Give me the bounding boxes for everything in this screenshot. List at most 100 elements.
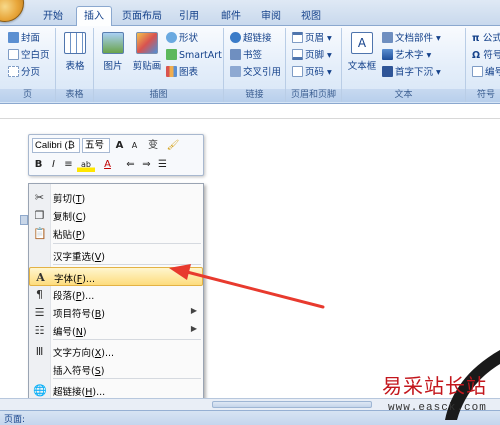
- scrollbar-thumb[interactable]: [212, 401, 372, 408]
- blank-page-label: 空白页: [21, 50, 50, 61]
- text-direction-icon: Ⅲ: [35, 345, 44, 358]
- group-label-links: 链接: [224, 89, 285, 102]
- menu-item[interactable]: Ⅲ 文字方向(X)...: [29, 342, 203, 361]
- menu-item-text: 超链接: [53, 387, 82, 398]
- copy-icon: ❐: [34, 209, 45, 222]
- wordart-button[interactable]: 艺术字 ▾: [382, 48, 431, 63]
- chart-button[interactable]: 图表: [166, 65, 198, 80]
- horizontal-scrollbar-left[interactable]: [0, 398, 210, 410]
- menu-item[interactable]: ❐ 复制(C): [29, 206, 203, 225]
- page-number-label: 页码: [305, 67, 325, 78]
- page-break-button[interactable]: 分页: [8, 65, 40, 80]
- tab-home[interactable]: 开始: [34, 8, 72, 26]
- office-button[interactable]: [0, 0, 24, 22]
- quick-parts-button[interactable]: 文档部件 ▾: [382, 31, 441, 46]
- menu-item-label: 文字方向(X)...: [53, 348, 115, 359]
- page-number-button[interactable]: 页码 ▾: [292, 65, 332, 80]
- page-indicator[interactable]: 页面:: [4, 412, 25, 425]
- tab-mailings[interactable]: 邮件: [214, 8, 248, 26]
- center-align-button[interactable]: ≡: [62, 157, 75, 172]
- header-label: 页眉: [305, 33, 325, 44]
- italic-button[interactable]: I: [47, 157, 60, 172]
- group-label-symbols: 符号: [466, 89, 500, 102]
- picture-button[interactable]: 图片: [96, 32, 130, 72]
- font-size-box[interactable]: 五号: [82, 138, 110, 153]
- bold-button[interactable]: B: [32, 157, 45, 172]
- group-label-pages: 页: [0, 89, 55, 102]
- footer-icon: [292, 49, 303, 60]
- grow-font-button[interactable]: A: [113, 138, 126, 153]
- group-symbols: π 公式 Ω 符号 编号 符号: [466, 28, 500, 102]
- textbox-button[interactable]: A 文本框: [344, 32, 380, 72]
- tab-references[interactable]: 引用: [172, 8, 206, 26]
- menu-item-label: 汉字重选(V): [53, 252, 105, 263]
- font-color-button[interactable]: A: [101, 157, 114, 172]
- table-label: 表格: [65, 61, 85, 72]
- tab-review[interactable]: 审阅: [254, 8, 288, 26]
- table-icon: [64, 32, 86, 54]
- menu-item[interactable]: ☷ 编号(N) ▶: [29, 321, 203, 340]
- number-button[interactable]: 编号: [472, 65, 500, 80]
- decrease-indent-button[interactable]: ⇐: [124, 157, 137, 172]
- tab-page-layout[interactable]: 页面布局: [118, 8, 166, 26]
- quick-parts-icon: [382, 32, 393, 43]
- menu-item-accelerator: H: [85, 387, 93, 398]
- hyperlink-ribbon-label: 超链接: [243, 33, 272, 44]
- footer-button[interactable]: 页脚 ▾: [292, 48, 332, 63]
- page-break-icon: [8, 66, 19, 77]
- bookmark-icon: [230, 49, 241, 60]
- menu-item-text: 字体: [54, 274, 74, 285]
- group-label-text: 文本: [342, 89, 465, 102]
- drop-cap-button[interactable]: 首字下沉 ▾: [382, 65, 441, 80]
- hyperlink-icon: 🌐: [33, 384, 47, 397]
- cross-reference-icon: [230, 66, 241, 77]
- change-style-button[interactable]: 变: [145, 138, 161, 153]
- submenu-arrow-icon: ▶: [190, 324, 197, 333]
- menu-item-label: 编号(N): [53, 327, 87, 338]
- hyperlink-ribbon-button[interactable]: 超链接: [230, 31, 272, 46]
- format-painter-icon[interactable]: 🖌: [165, 138, 181, 153]
- shapes-button[interactable]: 形状: [166, 31, 198, 46]
- ribbon-tab-bar: 开始 插入 页面布局 引用 邮件 审阅 视图: [0, 0, 500, 27]
- bookmark-button[interactable]: 书签: [230, 48, 262, 63]
- menu-item-label: 字体(F)...: [54, 274, 95, 285]
- bullets-icon: ☰: [34, 306, 45, 319]
- blank-page-button[interactable]: 空白页: [8, 48, 50, 63]
- menu-item-accelerator: P: [75, 230, 82, 241]
- cover-page-button[interactable]: 封面: [8, 31, 40, 46]
- cross-reference-button[interactable]: 交叉引用: [230, 65, 281, 80]
- header-icon: [292, 32, 303, 43]
- menu-separator: [53, 243, 201, 244]
- bullets-mini-button[interactable]: ☰: [156, 157, 169, 172]
- tab-view[interactable]: 视图: [294, 8, 328, 26]
- increase-indent-button[interactable]: ⇒: [140, 157, 153, 172]
- menu-item-label: 剪切(T): [53, 194, 86, 205]
- highlight-button[interactable]: ab: [77, 157, 95, 172]
- equation-button[interactable]: π 公式: [472, 31, 500, 46]
- smartart-button[interactable]: SmartArt: [166, 48, 222, 63]
- table-button[interactable]: 表格: [58, 32, 92, 72]
- chart-label: 图表: [179, 67, 199, 78]
- header-button[interactable]: 页眉 ▾: [292, 31, 332, 46]
- font-name-box[interactable]: Calibri (₿: [32, 138, 80, 153]
- number-label: 编号: [485, 67, 500, 78]
- group-header-footer: 页眉 ▾ 页脚 ▾ 页码 ▾ 页眉和页脚: [286, 28, 342, 102]
- menu-item-text: 文字方向: [53, 348, 92, 359]
- watermark-title: 易采站长站: [382, 374, 487, 398]
- menu-item-label: 粘贴(P): [53, 230, 86, 241]
- menu-item[interactable]: 插入符号(S): [29, 360, 203, 379]
- menu-item-label: 超链接(H)...: [53, 387, 106, 398]
- shrink-font-button[interactable]: A: [128, 138, 141, 153]
- menu-item[interactable]: 📋 粘贴(P): [29, 224, 203, 243]
- menu-item-text: 剪切: [53, 194, 73, 205]
- wordart-label: 艺术字: [395, 50, 424, 61]
- menu-item[interactable]: ✂ 剪切(T): [29, 188, 203, 207]
- menu-item-accelerator: V: [94, 252, 102, 263]
- clipart-button[interactable]: 剪贴画: [130, 32, 164, 72]
- group-label-illustrations: 插图: [94, 89, 223, 102]
- textbox-label: 文本框: [347, 61, 377, 72]
- tab-insert[interactable]: 插入: [76, 6, 112, 27]
- watermark-url: www.easck.com: [388, 402, 487, 414]
- group-links: 超链接 书签 交叉引用 链接: [224, 28, 286, 102]
- symbol-button[interactable]: Ω 符号: [472, 48, 500, 63]
